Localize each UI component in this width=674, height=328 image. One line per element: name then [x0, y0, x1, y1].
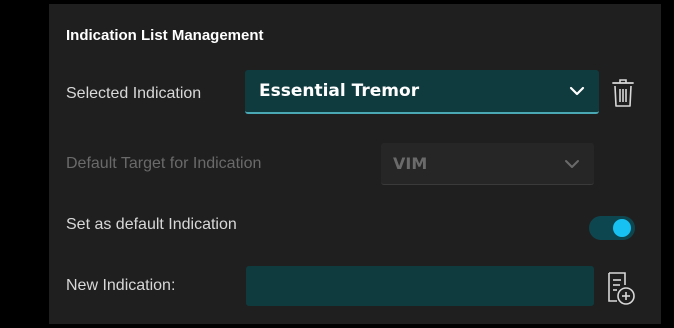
new-indication-input[interactable] [246, 266, 594, 306]
new-indication-label: New Indication: [66, 277, 176, 294]
chevron-down-icon [569, 86, 585, 96]
delete-indication-button[interactable] [608, 76, 638, 110]
add-indication-button[interactable] [601, 270, 639, 308]
chevron-down-icon [565, 159, 579, 168]
trash-icon [612, 79, 634, 107]
default-target-dropdown[interactable]: VIM [381, 143, 594, 185]
set-default-toggle[interactable] [589, 216, 635, 240]
default-target-label: Default Target for Indication [66, 155, 262, 172]
default-target-value: VIM [393, 154, 428, 173]
panel-title: Indication List Management [66, 27, 264, 44]
selected-indication-value: Essential Tremor [259, 81, 420, 101]
toggle-knob [613, 219, 631, 237]
selected-indication-label: Selected Indication [66, 85, 202, 102]
add-list-icon [608, 272, 635, 305]
set-default-label: Set as default Indication [66, 216, 237, 233]
selected-indication-dropdown[interactable]: Essential Tremor [245, 70, 599, 114]
indication-list-panel: Indication List Management Selected Indi… [49, 4, 661, 324]
